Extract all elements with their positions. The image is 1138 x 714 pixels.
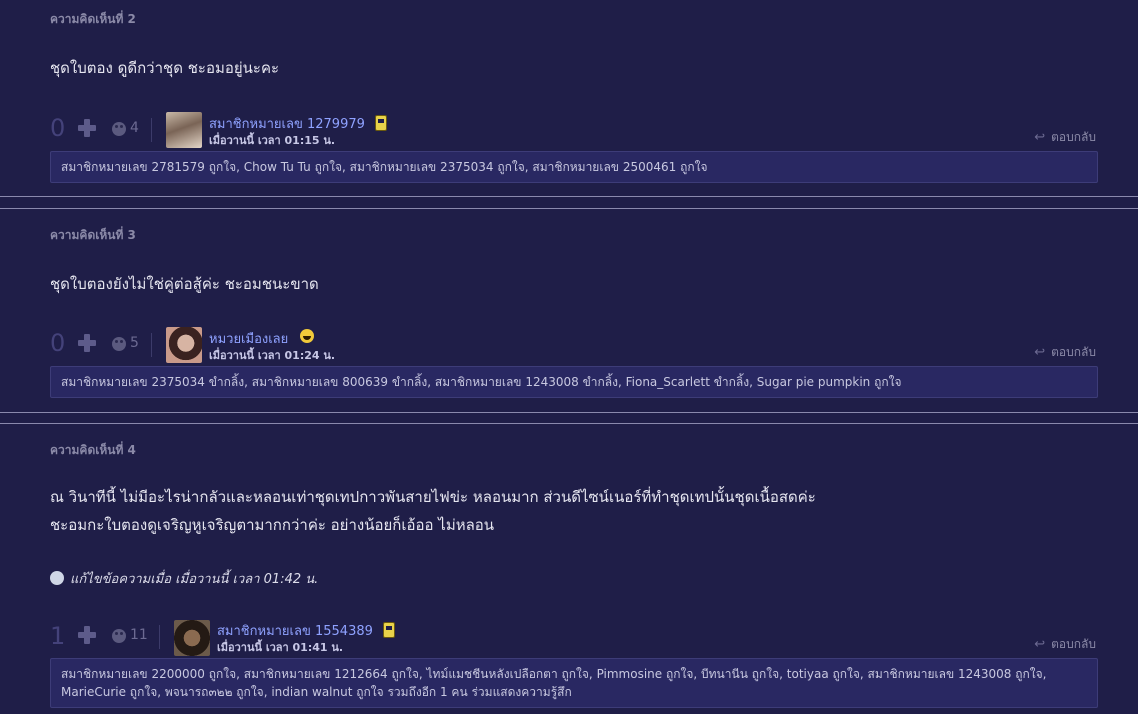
reply-button[interactable]: ↩ ตอบกลับ: [1034, 128, 1096, 147]
comment-body: ชุดใบตองยังไม่ใช่คู่ต่อสู้ค่ะ ชะอมชนะขาด: [50, 270, 319, 298]
comment-number: ความคิดเห็นที่ 4: [50, 443, 136, 457]
comment-2: ความคิดเห็นที่ 2 ชุดใบตอง ดูดีกว่าชุด ชะ…: [0, 0, 1138, 196]
reply-icon: ↩: [1034, 345, 1046, 360]
divider: [151, 333, 152, 357]
divider: [151, 118, 152, 142]
avatar[interactable]: [166, 327, 202, 363]
emotion-icon[interactable]: [112, 337, 126, 351]
divider: [159, 625, 160, 649]
edit-clock-icon: [50, 571, 64, 585]
comment-number: ความคิดเห็นที่ 3: [50, 228, 136, 242]
plus-vote-button[interactable]: [74, 622, 100, 648]
comment-text-line: ชุดใบตองยังไม่ใช่คู่ต่อสู้ค่ะ ชะอมชนะขาด: [50, 275, 319, 293]
comment-divider: [0, 196, 1138, 197]
timestamp: เมื่อวานนี้ เวลา 01:15 น.: [209, 134, 336, 147]
timestamp: เมื่อวานนี้ เวลา 01:24 น.: [209, 349, 336, 362]
reply-label: ตอบกลับ: [1051, 637, 1096, 651]
emotion-count[interactable]: 11: [130, 627, 148, 643]
emotion-count[interactable]: 4: [130, 120, 139, 136]
avatar[interactable]: [174, 620, 210, 656]
emotion-icon[interactable]: [112, 122, 126, 136]
comment-number: ความคิดเห็นที่ 2: [50, 12, 136, 26]
reactions-box: สมาชิกหมายเลข 2375034 ขำกลิ้ง, สมาชิกหมา…: [50, 366, 1098, 398]
comment-text-line: ณ วินาทีนี้ ไม่มีอะไรน่ากลัวและหลอนเท่าช…: [50, 488, 816, 506]
edit-note: แก้ไขข้อความเมื่อ เมื่อวานนี้ เวลา 01:42…: [50, 568, 318, 589]
comment-text-line: ชุดใบตอง ดูดีกว่าชุด ชะอมอยู่นะคะ: [50, 59, 280, 77]
reply-icon: ↩: [1034, 130, 1046, 145]
plus-vote-button[interactable]: [74, 115, 100, 141]
plus-vote-button[interactable]: [74, 330, 100, 356]
emotion-icon[interactable]: [112, 629, 126, 643]
comment-body: ชุดใบตอง ดูดีกว่าชุด ชะอมอยู่นะคะ: [50, 54, 279, 82]
comment-4: ความคิดเห็นที่ 4 ณ วินาทีนี้ ไม่มีอะไรน่…: [0, 424, 1138, 714]
reactions-box: สมาชิกหมายเลข 2200000 ถูกใจ, สมาชิกหมายเ…: [50, 658, 1098, 708]
reply-button[interactable]: ↩ ตอบกลับ: [1034, 635, 1096, 654]
mobile-badge-icon: [375, 115, 387, 131]
comment-3: ความคิดเห็นที่ 3 ชุดใบตองยังไม่ใช่คู่ต่อ…: [0, 209, 1138, 412]
mobile-badge-icon: [383, 622, 395, 638]
edit-note-text: แก้ไขข้อความเมื่อ เมื่อวานนี้ เวลา 01:42…: [70, 572, 319, 587]
emotion-count[interactable]: 5: [130, 335, 139, 351]
comment-body: ณ วินาทีนี้ ไม่มีอะไรน่ากลัวและหลอนเท่าช…: [50, 483, 816, 539]
reply-label: ตอบกลับ: [1051, 345, 1096, 359]
comment-divider: [0, 412, 1138, 413]
vote-count: 1: [50, 622, 66, 650]
vote-count: 0: [50, 329, 66, 357]
smile-emoji-icon: [300, 329, 314, 343]
timestamp: เมื่อวานนี้ เวลา 01:41 น.: [217, 641, 344, 654]
reply-button[interactable]: ↩ ตอบกลับ: [1034, 343, 1096, 362]
reactions-box: สมาชิกหมายเลข 2781579 ถูกใจ, Chow Tu Tu …: [50, 151, 1098, 183]
comment-text-line: ชะอมกะใบตองดูเจริญหูเจริญตามากกว่าค่ะ อย…: [50, 516, 495, 534]
reply-label: ตอบกลับ: [1051, 130, 1096, 144]
avatar[interactable]: [166, 112, 202, 148]
vote-count: 0: [50, 114, 66, 142]
reply-icon: ↩: [1034, 637, 1046, 652]
